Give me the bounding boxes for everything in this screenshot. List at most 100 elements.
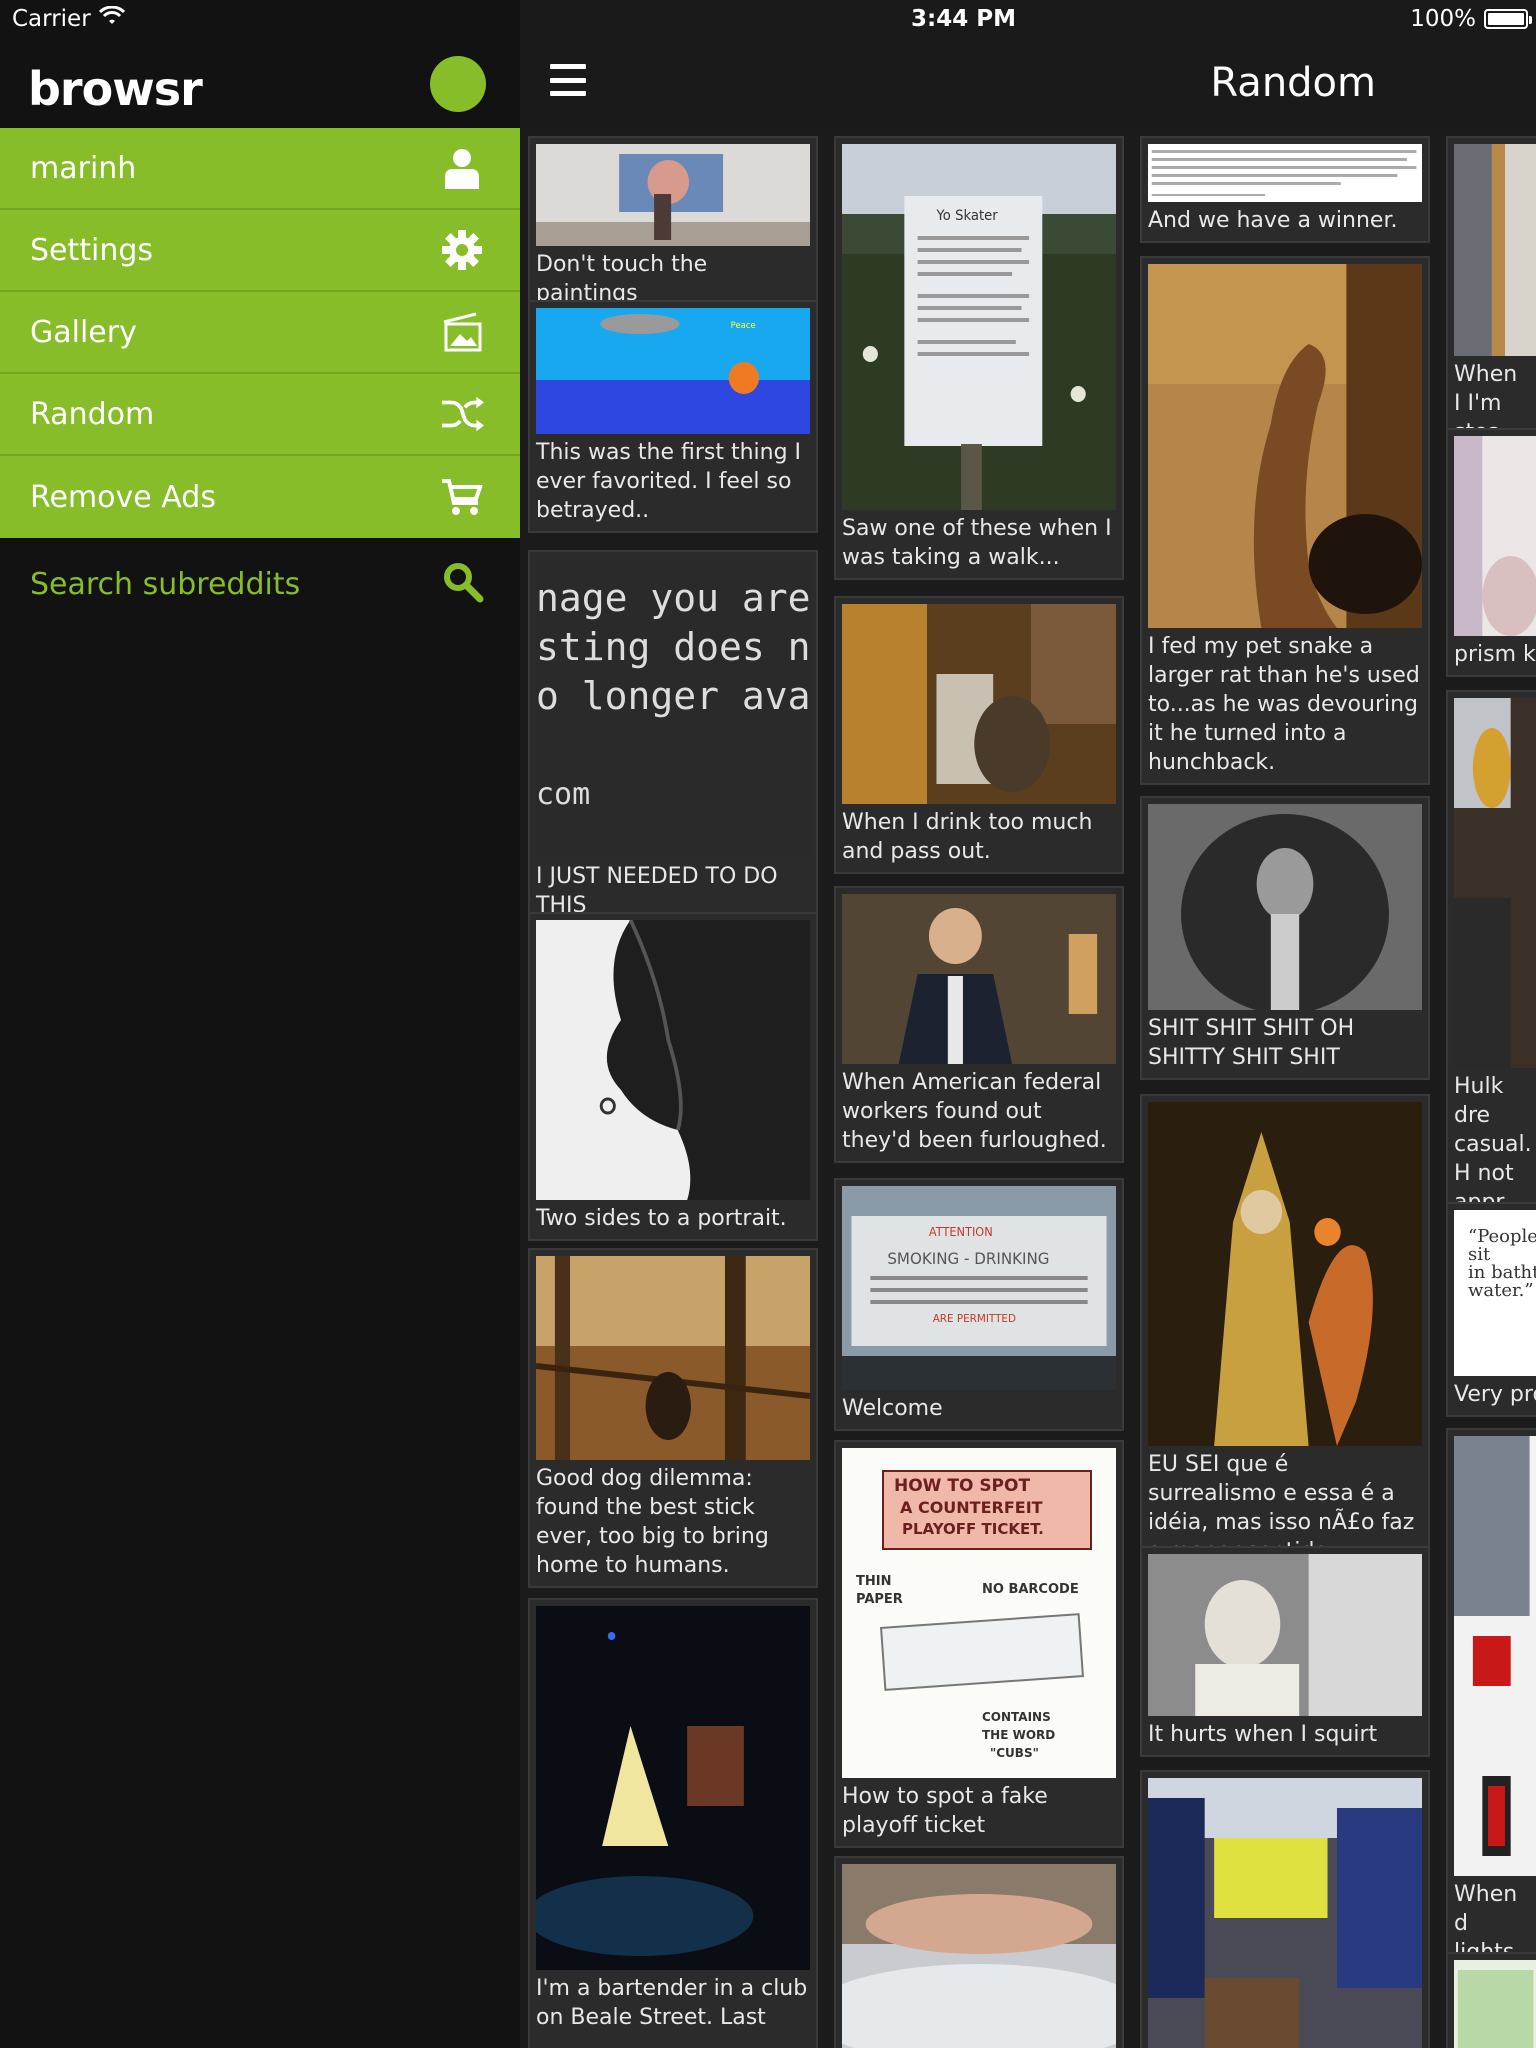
post-card[interactable]: And we have a winner.	[1140, 136, 1430, 243]
sidebar: Carrier browsr marinh Settings Gallery R…	[0, 0, 520, 2048]
app-logo: browsr	[28, 62, 203, 116]
post-thumbnail	[1454, 436, 1536, 636]
post-card[interactable]: prism ki	[1446, 428, 1536, 677]
post-thumbnail	[1454, 698, 1536, 1068]
sidebar-item-label: Remove Ads	[30, 479, 216, 515]
post-thumbnail	[536, 1256, 810, 1460]
search-icon[interactable]	[442, 561, 484, 607]
post-thumbnail	[1148, 144, 1422, 202]
post-thumbnail	[536, 144, 810, 246]
shuffle-icon	[440, 392, 484, 436]
battery-icon	[1484, 9, 1532, 29]
svg-text:Peace: Peace	[731, 321, 756, 331]
sidebar-item-label: Settings	[30, 232, 154, 268]
post-caption: It hurts when I squirt	[1148, 1722, 1378, 1747]
thumb-text-line: PLAYOFF TICKET.	[902, 1520, 1044, 1538]
post-thumbnail	[1454, 144, 1536, 356]
post-caption: Very pro	[1454, 1382, 1536, 1407]
sidebar-menu: marinh Settings Gallery Random Remove Ad…	[0, 128, 520, 538]
post-thumbnail	[536, 920, 810, 1200]
post-thumbnail: Peace	[536, 308, 810, 434]
post-card[interactable]	[834, 1856, 1124, 2048]
post-card[interactable]: Two sides to a portrait.	[528, 912, 818, 1241]
post-caption: Good dog dilemma: found the best stick e…	[536, 1466, 769, 1578]
thumb-text-line: THIN	[856, 1574, 892, 1589]
post-card[interactable]: Don't touch the paintings	[528, 136, 818, 316]
avatar[interactable]	[430, 56, 486, 112]
sidebar-item-random[interactable]: Random	[0, 374, 520, 456]
post-thumbnail	[1148, 264, 1422, 628]
post-card[interactable]: nage you are sting does no o longer avai…	[528, 550, 818, 928]
search-subreddits[interactable]: Search subreddits	[0, 548, 520, 620]
post-thumbnail: “People sit in bathtu water.”	[1454, 1210, 1536, 1376]
post-caption: SHIT SHIT SHIT OH SHITTY SHIT SHIT	[1148, 1016, 1355, 1070]
sidebar-item-gallery[interactable]: Gallery	[0, 292, 520, 374]
status-battery: 100%	[1410, 6, 1532, 32]
post-caption: This was the first thing I ever favorite…	[536, 440, 802, 523]
status-time: 3:44 PM	[911, 6, 1016, 32]
thumb-text-line: com	[536, 777, 591, 812]
gear-icon	[440, 228, 484, 272]
thumb-text-line: A COUNTERFEIT	[900, 1498, 1043, 1517]
post-thumbnail	[1148, 1554, 1422, 1716]
post-thumbnail	[842, 604, 1116, 804]
svg-text:ATTENTION: ATTENTION	[929, 1225, 993, 1239]
post-card[interactable]: I fed my pet snake a larger rat than he'…	[1140, 256, 1430, 785]
post-card[interactable]: Peace This was the first thing I ever fa…	[528, 300, 818, 533]
svg-text:SMOKING - DRINKING: SMOKING - DRINKING	[887, 1250, 1049, 1269]
main-content: 3:44 PM 100% Random Don't touch the pain…	[520, 0, 1536, 2048]
battery-percent: 100%	[1410, 6, 1476, 32]
post-card[interactable]: When American federal workers found out …	[834, 886, 1124, 1163]
sidebar-item-user[interactable]: marinh	[0, 128, 520, 210]
post-card[interactable]	[1140, 1770, 1430, 2048]
thumb-text-line: o longer avail	[536, 674, 810, 718]
post-thumbnail	[842, 894, 1116, 1064]
sidebar-item-remove-ads[interactable]: Remove Ads	[0, 456, 520, 538]
thumb-text-line: water.”	[1468, 1280, 1534, 1301]
post-caption: Don't touch the paintings	[536, 252, 708, 306]
post-caption: I'm a bartender in a club on Beale Stree…	[536, 1976, 808, 2030]
status-carrier: Carrier	[12, 5, 125, 32]
thumb-text-line: PAPER	[856, 1592, 903, 1607]
post-card[interactable]: ATTENTION SMOKING - DRINKING ARE PERMITTED…	[834, 1178, 1124, 1431]
search-subreddits-label: Search subreddits	[30, 566, 301, 602]
post-card[interactable]: When d lights go	[1446, 1428, 1536, 2004]
post-caption: Welcome	[842, 1396, 943, 1421]
post-thumbnail	[1148, 1778, 1422, 2048]
post-thumbnail	[1454, 1960, 1536, 2048]
header-bar: 3:44 PM 100% Random	[520, 0, 1536, 128]
post-caption: Two sides to a portrait.	[536, 1206, 787, 1231]
post-caption: How to spot a fake playoff ticket	[842, 1784, 1048, 1838]
svg-text:ARE PERMITTED: ARE PERMITTED	[933, 1312, 1016, 1325]
thumb-text-line: CONTAINS	[982, 1710, 1051, 1724]
post-card[interactable]: When I drink too much and pass out.	[834, 596, 1124, 874]
post-thumbnail: Yo Skater	[842, 144, 1116, 510]
thumb-text-line: HOW TO SPOT	[894, 1476, 1031, 1496]
post-card[interactable]: I'm a bartender in a club on Beale Stree…	[528, 1598, 818, 2048]
menu-toggle-button[interactable]	[550, 64, 586, 96]
post-card[interactable]: SHIT SHIT SHIT OH SHITTY SHIT SHIT	[1140, 796, 1430, 1080]
post-thumbnail	[1148, 804, 1422, 1010]
post-caption: I fed my pet snake a larger rat than he'…	[1148, 634, 1420, 775]
sidebar-item-label: marinh	[30, 150, 137, 186]
post-thumbnail	[842, 1864, 1116, 2048]
post-card[interactable]: Yo Skater Saw one of these when I was ta…	[834, 136, 1124, 580]
cart-icon	[440, 475, 484, 519]
post-card[interactable]: Hulk dre casual. H not appr workpla	[1446, 690, 1536, 1254]
post-caption: When I drink too much and pass out.	[842, 810, 1093, 864]
post-card[interactable]: It hurts when I squirt	[1140, 1546, 1430, 1757]
sidebar-item-settings[interactable]: Settings	[0, 210, 520, 292]
post-card[interactable]: Good dog dilemma: found the best stick e…	[528, 1248, 818, 1588]
user-icon	[440, 146, 484, 190]
post-card[interactable]	[1446, 1952, 1536, 2048]
carrier-label: Carrier	[12, 6, 91, 32]
post-card[interactable]: When I I'm stea	[1446, 136, 1536, 455]
sidebar-item-label: Random	[30, 396, 155, 432]
post-caption: I JUST NEEDED TO DO THIS	[536, 864, 778, 918]
post-thumbnail: ATTENTION SMOKING - DRINKING ARE PERMITTED	[842, 1186, 1116, 1390]
page-title: Random	[1210, 60, 1376, 106]
post-caption: prism ki	[1454, 642, 1536, 667]
post-card[interactable]: “People sit in bathtu water.” Very pro	[1446, 1202, 1536, 1417]
post-card[interactable]: HOW TO SPOT A COUNTERFEIT PLAYOFF TICKET…	[834, 1440, 1124, 1848]
post-card[interactable]: EU SEI que é surrealismo e essa é a idéi…	[1140, 1094, 1430, 1574]
